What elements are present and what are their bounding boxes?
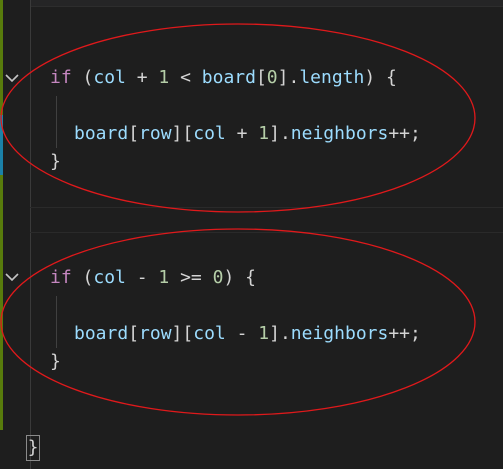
code-token-num: 0: [266, 67, 278, 88]
code-line[interactable]: if (col + 1 < board[0].length) {: [50, 66, 397, 90]
code-line[interactable]: }: [50, 150, 61, 174]
chevron-down-icon[interactable]: [2, 266, 22, 288]
code-token-num: 1: [258, 123, 270, 144]
indent-guide: [56, 296, 57, 348]
code-editor[interactable]: if (col + 1 < board[0].length) {board[ro…: [0, 0, 503, 469]
code-token-var: col: [93, 67, 126, 88]
code-token-op: ].: [269, 323, 291, 344]
code-token-kw: if: [50, 267, 72, 288]
chevron-down-icon[interactable]: [2, 67, 22, 89]
code-line[interactable]: }: [50, 350, 61, 374]
code-token-op: (: [71, 67, 94, 88]
annotation-ellipse: [0, 23, 476, 213]
code-token-kw: if: [50, 67, 72, 88]
code-token-num: 1: [158, 67, 170, 88]
code-token-var: neighbors: [290, 123, 389, 144]
blank-line-band: [30, 207, 503, 233]
gutter-modified-marker[interactable]: [0, 115, 3, 175]
code-token-op: <: [169, 67, 202, 88]
code-token-num: 0: [212, 267, 224, 288]
code-token-op: ++;: [388, 323, 421, 344]
code-token-var: board: [74, 123, 129, 144]
code-token-op: ) {: [364, 67, 397, 88]
code-token-var: length: [299, 67, 365, 88]
code-token-op: [: [255, 67, 267, 88]
code-token-op: +: [125, 67, 159, 88]
code-token-var: board: [74, 323, 129, 344]
code-token-op: [: [128, 123, 140, 144]
code-token-op: ++;: [388, 123, 421, 144]
code-token-num: 1: [258, 323, 270, 344]
code-token-op: +: [225, 123, 259, 144]
code-token-op: >=: [169, 267, 213, 288]
code-line[interactable]: if (col - 1 >= 0) {: [50, 266, 256, 290]
code-token-var: col: [193, 123, 226, 144]
gutter-modified-marker[interactable]: [0, 0, 3, 115]
indent-guide: [56, 96, 57, 148]
code-token-op: ][: [171, 123, 194, 144]
code-token-op: ) {: [223, 267, 256, 288]
code-token-op: -: [125, 267, 159, 288]
code-token-op: -: [225, 323, 259, 344]
code-token-op: (: [71, 267, 94, 288]
indent-guide: [30, 0, 31, 469]
code-token-var: board: [201, 67, 256, 88]
matched-closing-brace[interactable]: }: [26, 435, 40, 461]
code-token-op: ][: [171, 323, 194, 344]
code-line[interactable]: board[row][col - 1].neighbors++;: [74, 322, 421, 346]
code-token-op: }: [50, 151, 61, 172]
code-token-var: col: [193, 323, 226, 344]
code-token-op: ].: [269, 123, 291, 144]
gutter-modified-marker[interactable]: [0, 175, 3, 430]
code-token-var: col: [93, 267, 126, 288]
code-token-var: neighbors: [290, 323, 389, 344]
code-line[interactable]: board[row][col + 1].neighbors++;: [74, 122, 421, 146]
top-hint-text: [330, 0, 500, 6]
code-token-op: ].: [277, 67, 300, 88]
code-token-op: }: [50, 351, 61, 372]
code-token-var: row: [139, 323, 172, 344]
code-token-num: 1: [158, 267, 170, 288]
code-token-var: row: [139, 123, 172, 144]
code-token-op: [: [128, 323, 140, 344]
